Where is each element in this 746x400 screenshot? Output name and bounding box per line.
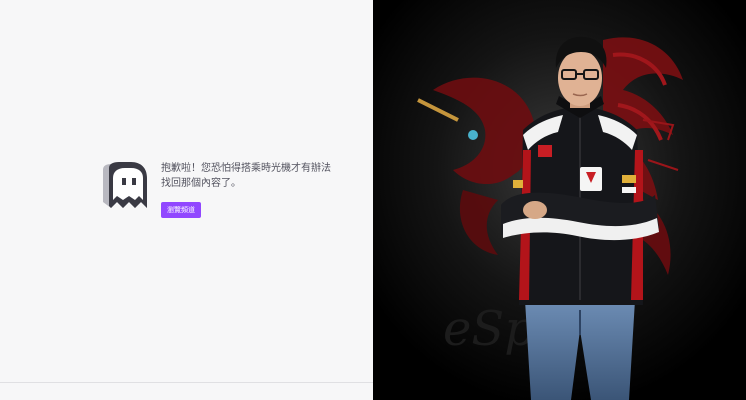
error-message: 抱歉啦！您恐怕得搭乘時光機才有辦法找回那個內容了。 — [161, 163, 331, 189]
divider — [0, 382, 373, 383]
ghost-icon — [103, 162, 147, 208]
esports-player-photo: eSports — [373, 0, 746, 400]
error-panel: 抱歉啦！您恐怕得搭乘時光機才有辦法找回那個內容了。 瀏覽頻道 — [0, 0, 373, 400]
hero-image: eSports — [373, 0, 746, 400]
browse-channels-button[interactable]: 瀏覽頻道 — [161, 202, 201, 218]
